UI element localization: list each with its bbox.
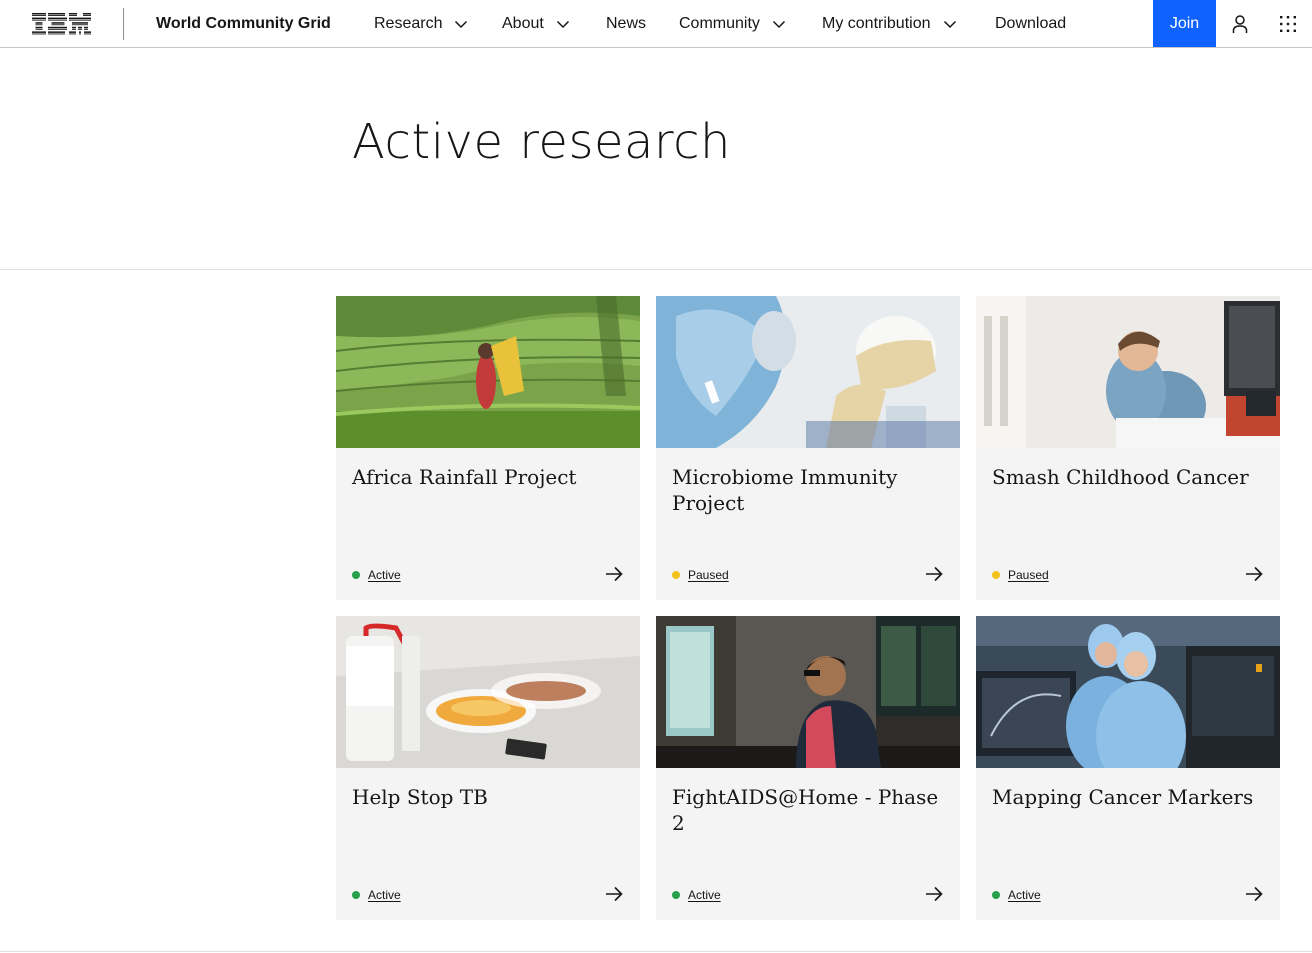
chevron-down-icon [455,20,468,29]
card-title: Microbiome Immunity Project [672,465,898,515]
chevron-down-icon [772,20,785,29]
status-dot [352,891,360,899]
section-divider [0,951,1312,952]
nav-item-label: Download [995,15,1067,32]
nav-item-research[interactable]: Research [374,14,468,34]
status-dot [992,891,1000,899]
status-label[interactable]: Active [1008,887,1041,903]
arrow-right-icon[interactable] [924,564,944,584]
arrow-right-icon[interactable] [604,564,624,584]
tea-field-photo [336,296,640,448]
boy-drawing-photo [976,296,1280,448]
project-card-help-stop-tb[interactable]: Help Stop TB Active [336,616,640,920]
status-label[interactable]: Active [688,887,721,903]
section-divider [0,269,1312,270]
status-indicator: Paused [992,567,1049,583]
user-icon[interactable] [1230,14,1250,34]
status-indicator: Active [352,887,401,903]
project-card-smash-childhood-cancer[interactable]: Smash Childhood Cancer Paused [976,296,1280,600]
card-title: Smash Childhood Cancer [992,465,1249,489]
masthead: World Community Grid Research About News… [0,0,1312,48]
status-label[interactable]: Active [368,567,401,583]
project-card-mapping-cancer-markers[interactable]: Mapping Cancer Markers Active [976,616,1280,920]
nav-item-label: Research [374,15,443,32]
app-switcher-icon[interactable] [1278,14,1298,34]
project-card-fightaids[interactable]: FightAIDS@Home - Phase 2 Active [656,616,960,920]
arrow-right-icon[interactable] [1244,884,1264,904]
nav-item-news[interactable]: News [606,14,646,34]
status-dot [992,571,1000,579]
page-title: Active research [352,114,731,170]
arrow-right-icon[interactable] [924,884,944,904]
status-label[interactable]: Paused [688,567,729,583]
chevron-down-icon [943,20,956,29]
status-indicator: Active [992,887,1041,903]
card-title: Africa Rainfall Project [352,465,577,489]
project-card-microbiome[interactable]: Microbiome Immunity Project Paused [656,296,960,600]
cleanroom-researchers-photo [976,616,1280,768]
card-title: FightAIDS@Home - Phase 2 [672,785,939,835]
nav-item-download[interactable]: Download [995,14,1066,34]
status-indicator: Active [352,567,401,583]
ibm-logo[interactable] [32,13,91,35]
status-indicator: Active [672,887,721,903]
nav-item-community[interactable]: Community [679,14,786,34]
arrow-right-icon[interactable] [604,884,624,904]
nav-item-label: About [502,15,544,32]
chevron-down-icon [556,20,569,29]
status-label[interactable]: Active [368,887,401,903]
project-card-africa-rainfall[interactable]: Africa Rainfall Project Active [336,296,640,600]
nav-item-label: My contribution [822,15,931,32]
nav-item-label: News [606,15,647,32]
status-dot [352,571,360,579]
petri-dish-photo [336,616,640,768]
card-title: Help Stop TB [352,785,488,809]
logo-divider [123,8,124,40]
status-label[interactable]: Paused [1008,567,1049,583]
nav-item-label: Community [679,15,760,32]
status-dot [672,891,680,899]
status-indicator: Paused [672,567,729,583]
nav-item-about[interactable]: About [502,14,570,34]
join-button[interactable]: Join [1153,0,1216,47]
site-name[interactable]: World Community Grid [156,14,331,34]
arrow-right-icon[interactable] [1244,564,1264,584]
status-dot [672,571,680,579]
card-title: Mapping Cancer Markers [992,785,1254,809]
nav-item-my-contribution[interactable]: My contribution [822,14,957,34]
lab-scientist-photo [656,296,960,448]
computer-user-photo [656,616,960,768]
